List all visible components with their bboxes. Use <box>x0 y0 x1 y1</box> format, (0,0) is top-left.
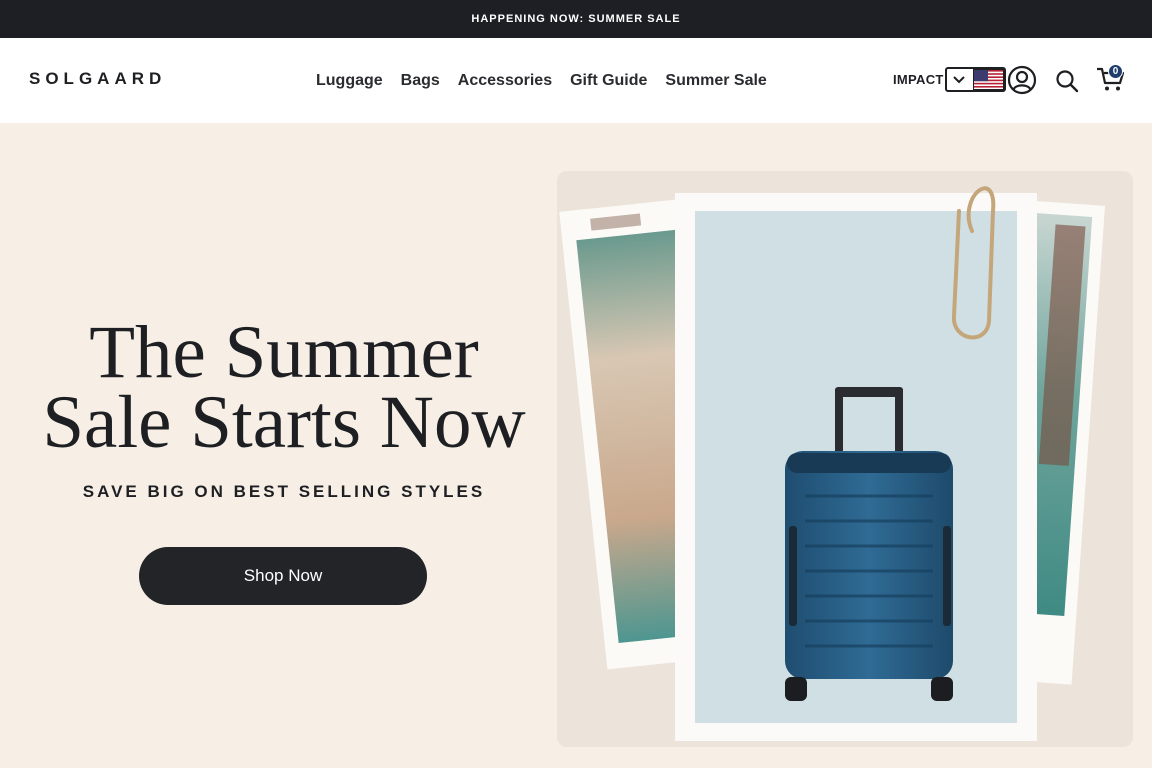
hero-title: The Summer Sale Starts Now <box>20 315 548 460</box>
us-flag-icon <box>972 69 1004 90</box>
search-icon[interactable] <box>1052 66 1082 96</box>
cart-icon[interactable]: 0 <box>1094 62 1128 96</box>
account-icon[interactable] <box>1006 64 1038 96</box>
cart-count-badge: 0 <box>1108 64 1123 79</box>
site-header: SOLGAARD Luggage Bags Accessories Gift G… <box>0 38 1152 123</box>
nav-item-gift-guide[interactable]: Gift Guide <box>570 68 647 94</box>
nav-item-luggage[interactable]: Luggage <box>316 68 383 94</box>
brand-logo[interactable]: SOLGAARD <box>29 69 166 89</box>
hero-subtitle: SAVE BIG ON BEST SELLING STYLES <box>82 482 486 501</box>
hero-image[interactable] <box>557 171 1133 747</box>
chevron-down-icon <box>947 69 971 90</box>
announcement-text[interactable]: HAPPENING NOW: SUMMER SALE <box>471 13 680 25</box>
nav-item-summer-sale[interactable]: Summer Sale <box>665 68 766 94</box>
locale-selector[interactable] <box>945 67 1006 92</box>
shop-now-button[interactable]: Shop Now <box>139 547 427 605</box>
nav-item-accessories[interactable]: Accessories <box>458 68 552 94</box>
nav-item-bags[interactable]: Bags <box>401 68 440 94</box>
announcement-bar: HAPPENING NOW: SUMMER SALE <box>0 0 1152 38</box>
impact-link[interactable]: IMPACT <box>893 72 944 87</box>
main-nav: Luggage Bags Accessories Gift Guide Summ… <box>316 38 767 123</box>
hero-title-line-2: Sale Starts Now <box>42 381 526 464</box>
hero-illustration <box>559 186 1105 741</box>
